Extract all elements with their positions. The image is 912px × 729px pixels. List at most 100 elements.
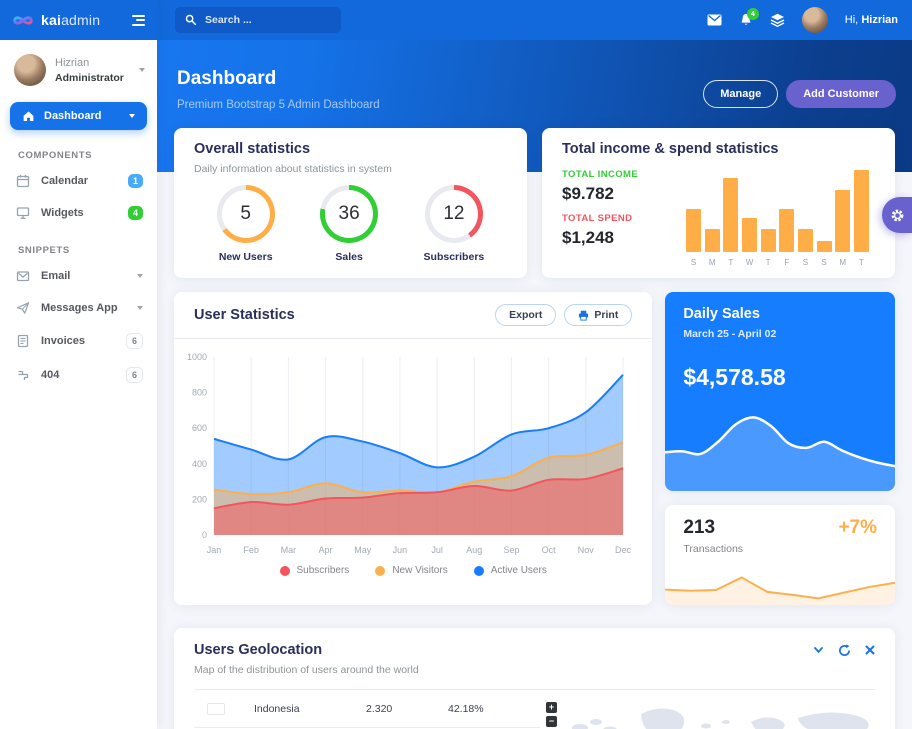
svg-text:Feb: Feb [243, 545, 259, 555]
badge-count: 6 [126, 367, 143, 383]
calendar-icon [16, 174, 30, 188]
total-spend-value: $1,248 [562, 228, 680, 248]
svg-text:Dec: Dec [615, 545, 632, 555]
svg-text:1000: 1000 [187, 352, 207, 362]
refresh-icon[interactable] [838, 644, 851, 657]
stat-new-users: 5 New Users [217, 185, 275, 263]
total-spend-label: TOTAL SPEND [562, 213, 680, 224]
map-zoom-in-button[interactable]: + [546, 702, 557, 713]
sidebar-section-components: COMPONENTS [0, 134, 157, 165]
svg-text:400: 400 [192, 459, 207, 469]
sidebar-section-snippets: SNIPPETS [0, 229, 157, 260]
transactions-chart [665, 559, 895, 605]
sidebar-item-messages-app[interactable]: Messages App [0, 292, 157, 324]
card-title: User Statistics [194, 307, 295, 323]
svg-text:600: 600 [192, 423, 207, 433]
gear-icon [890, 208, 905, 223]
layers-button[interactable] [770, 13, 785, 27]
search-box[interactable] [175, 7, 341, 33]
print-button[interactable]: Print [564, 304, 632, 326]
search-input[interactable] [205, 14, 315, 26]
date-range: March 25 - April 02 [683, 328, 877, 340]
user-name: Hizrian [55, 57, 130, 69]
messages-button[interactable] [707, 14, 722, 26]
user-statistics-card: User Statistics Export Print 02004006008… [174, 292, 652, 605]
card-title: Users Geolocation [194, 642, 322, 658]
country-name: Indonesia [254, 703, 366, 715]
chevron-down-icon [129, 114, 135, 118]
transactions-count: 213 [683, 517, 715, 539]
main-content: Overall statistics Daily information abo… [157, 128, 912, 729]
sidebar-item-widgets[interactable]: Widgets 4 [0, 197, 157, 229]
sales-amount: $4,578.58 [683, 364, 877, 391]
bar: M [835, 170, 850, 267]
transactions-delta: +7% [838, 517, 877, 539]
badge-count: 1 [128, 174, 143, 188]
bar: M [705, 170, 720, 267]
users-geolocation-card: Users Geolocation Map of the distributio… [174, 628, 895, 729]
sidebar-item-404[interactable]: 404 6 [0, 358, 157, 392]
table-row[interactable]: Indonesia 2.320 42.18% [194, 690, 540, 728]
brand-logo-icon[interactable] [12, 13, 34, 28]
topbar: 4 Hi, Hizrian [157, 0, 912, 40]
sidebar-item-invoices[interactable]: Invoices 6 [0, 324, 157, 358]
bar: T [723, 170, 738, 267]
svg-text:Jun: Jun [393, 545, 408, 555]
transactions-card: 213 +7% Transactions [665, 505, 895, 605]
close-icon[interactable] [865, 645, 875, 655]
pipe-icon [16, 368, 30, 382]
collapse-chevron-icon[interactable] [813, 646, 824, 654]
daily-sales-chart [665, 396, 895, 491]
svg-text:0: 0 [202, 530, 207, 540]
legend-new-visitors: New Visitors [375, 565, 447, 576]
export-button[interactable]: Export [495, 304, 556, 326]
envelope-icon [707, 14, 722, 26]
svg-text:Aug: Aug [466, 545, 482, 555]
search-icon [185, 14, 197, 26]
transactions-label: Transactions [683, 543, 877, 555]
badge-count: 4 [128, 206, 143, 220]
sidebar: kaiadmin Hizrian Administrator Dashboard… [0, 0, 157, 729]
bar: T [761, 170, 776, 267]
card-subtitle: Map of the distribution of users around … [194, 664, 875, 676]
svg-text:Nov: Nov [578, 545, 595, 555]
card-title: Daily Sales [683, 306, 877, 322]
svg-text:Sep: Sep [503, 545, 519, 555]
brand-name[interactable]: kaiadmin [41, 12, 125, 28]
svg-text:200: 200 [192, 494, 207, 504]
world-map: + − [540, 690, 886, 729]
svg-text:Jul: Jul [431, 545, 443, 555]
bar: S [798, 170, 813, 267]
sidebar-toggle-icon[interactable] [132, 15, 145, 26]
bar: S [686, 170, 701, 267]
printer-icon [578, 310, 589, 321]
total-income-value: $9.782 [562, 184, 680, 204]
chevron-down-icon [137, 274, 143, 278]
notifications-button[interactable]: 4 [739, 13, 753, 28]
sidebar-item-label: Dashboard [44, 110, 120, 122]
user-greeting[interactable]: Hi, Hizrian [845, 14, 898, 26]
manage-button[interactable]: Manage [703, 80, 778, 108]
notification-count-badge: 4 [747, 8, 759, 20]
sidebar-item-calendar[interactable]: Calendar 1 [0, 165, 157, 197]
stat-subscribers: 12 Subscribers [424, 185, 485, 263]
avatar[interactable] [802, 7, 828, 33]
world-map-graphic [566, 700, 886, 729]
bar: W [742, 170, 757, 267]
svg-text:Mar: Mar [281, 545, 297, 555]
bar: F [779, 170, 794, 267]
card-title: Total income & spend statistics [562, 141, 875, 157]
page-title: Dashboard [177, 68, 380, 90]
map-zoom-out-button[interactable]: − [546, 716, 557, 727]
sidebar-user[interactable]: Hizrian Administrator [0, 40, 157, 96]
sidebar-item-email[interactable]: Email [0, 260, 157, 292]
add-customer-button[interactable]: Add Customer [786, 80, 896, 108]
sidebar-item-dashboard[interactable]: Dashboard [10, 102, 147, 130]
badge-count: 6 [126, 333, 143, 349]
envelope-icon [16, 269, 30, 283]
settings-button[interactable] [882, 197, 912, 233]
bar: S [817, 170, 832, 267]
chart-legend: Subscribers New Visitors Active Users [174, 565, 652, 576]
invoice-icon [16, 334, 30, 348]
chevron-down-icon [137, 306, 143, 310]
